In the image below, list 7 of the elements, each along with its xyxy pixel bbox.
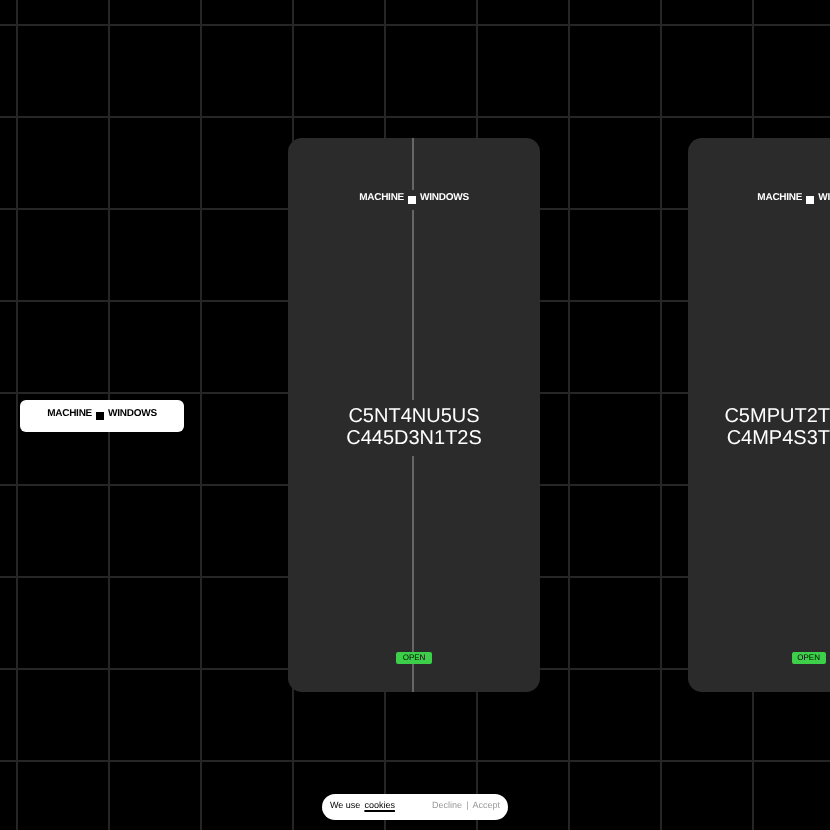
- square-icon: [408, 195, 417, 204]
- square-icon: [96, 411, 105, 419]
- card-title-line: C445D3N1T2S: [346, 427, 482, 449]
- card-title-line: C5MPUT2T: [724, 405, 830, 427]
- card-title-line: C5NT4NU5US: [348, 405, 480, 427]
- square-icon: [806, 195, 815, 204]
- card-title-line: C4MP4S3T: [726, 427, 830, 449]
